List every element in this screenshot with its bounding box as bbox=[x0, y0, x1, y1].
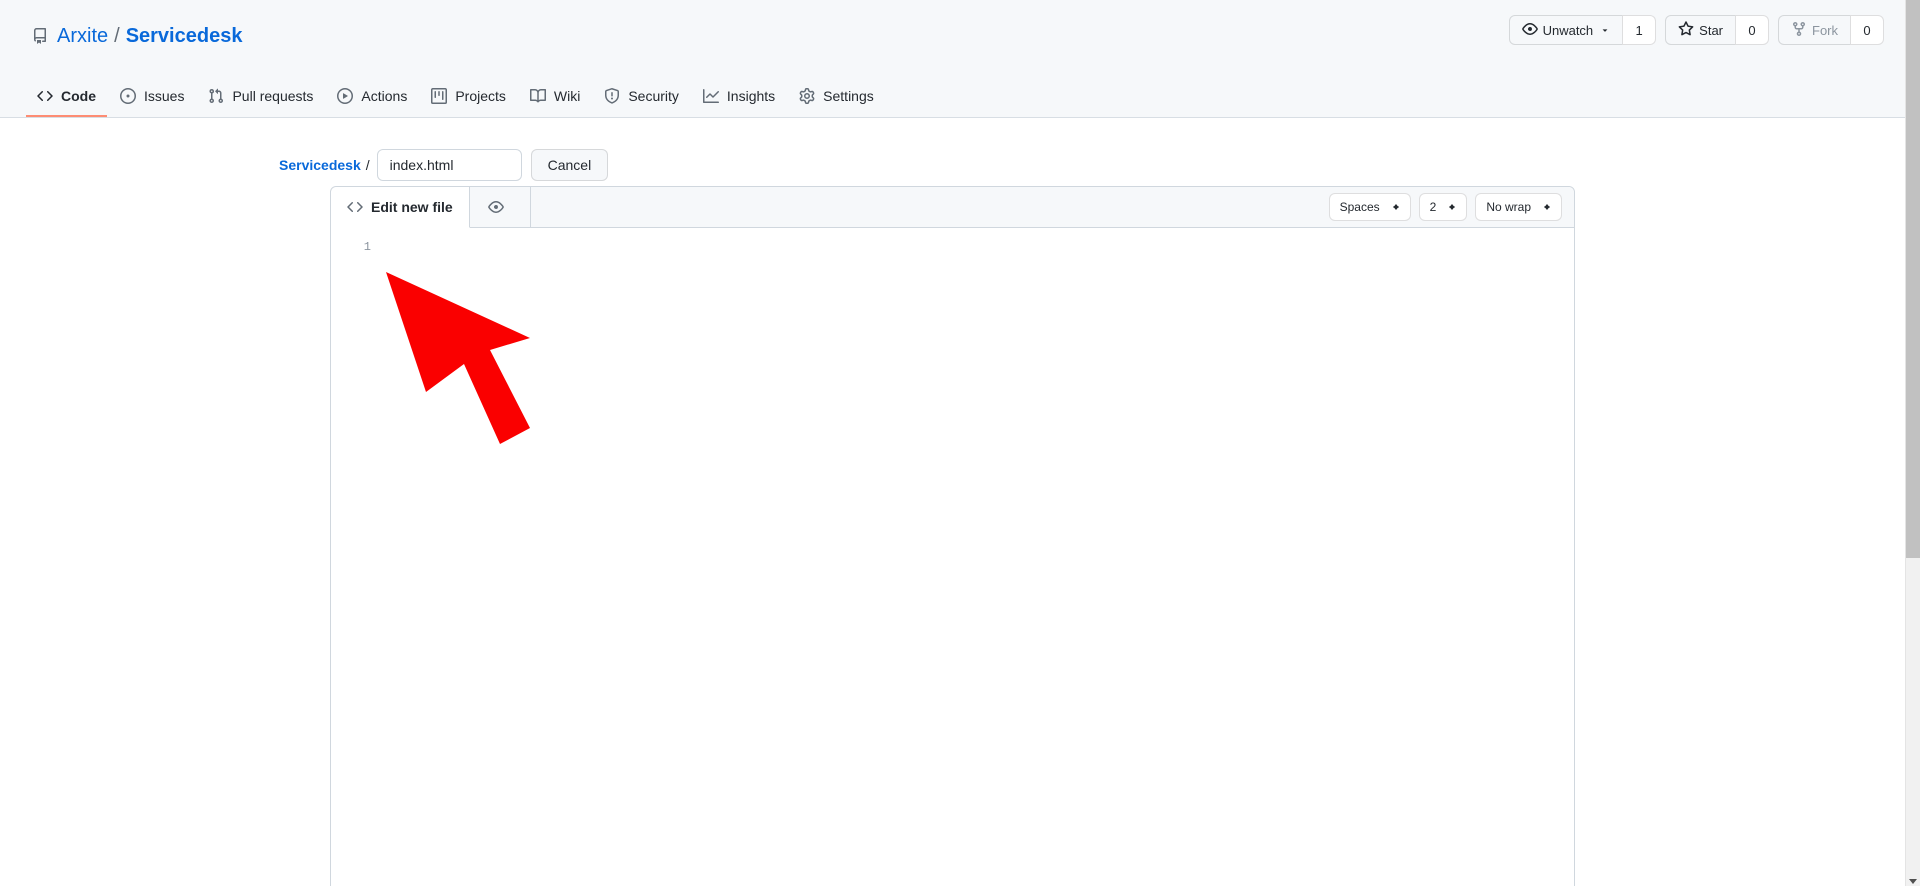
editor-body: 1 bbox=[331, 228, 1574, 886]
tab-edit-new-file[interactable]: Edit new file bbox=[331, 187, 470, 228]
tab-actions-label: Actions bbox=[361, 88, 408, 104]
tab-settings[interactable]: Settings bbox=[788, 78, 885, 117]
tab-issues-label: Issues bbox=[144, 88, 185, 104]
repo-name-link[interactable]: Servicedesk bbox=[126, 26, 243, 46]
tab-issues[interactable]: Issues bbox=[109, 78, 195, 117]
project-icon bbox=[431, 88, 448, 104]
watch-count[interactable]: 1 bbox=[1622, 15, 1657, 45]
filename-input[interactable] bbox=[376, 149, 522, 181]
path-repo-link[interactable]: Servicedesk bbox=[279, 157, 361, 173]
editor-options: Spaces 2 No wrap bbox=[1328, 187, 1574, 227]
fork-count[interactable]: 0 bbox=[1850, 15, 1884, 45]
fork-button[interactable]: Fork bbox=[1778, 15, 1850, 45]
play-icon bbox=[337, 88, 354, 104]
fork-icon bbox=[1791, 21, 1807, 40]
tab-insights-label: Insights bbox=[726, 88, 776, 104]
star-label: Star bbox=[1699, 22, 1723, 38]
unwatch-button[interactable]: Unwatch bbox=[1508, 15, 1623, 45]
tab-pull-requests-label: Pull requests bbox=[232, 88, 314, 104]
indent-mode-value: Spaces bbox=[1339, 200, 1380, 214]
shield-icon bbox=[604, 88, 620, 104]
indent-size-value: 2 bbox=[1429, 200, 1437, 214]
file-path-bar: Servicedesk / Cancel bbox=[0, 118, 1920, 186]
path-separator: / bbox=[365, 157, 370, 173]
gear-icon bbox=[799, 88, 815, 104]
page-scrollbar[interactable] bbox=[1905, 0, 1920, 886]
tab-projects[interactable]: Projects bbox=[420, 78, 517, 117]
tab-settings-label: Settings bbox=[823, 88, 874, 104]
eye-icon bbox=[1521, 21, 1538, 40]
tab-actions[interactable]: Actions bbox=[326, 78, 418, 117]
line-number: 1 bbox=[363, 240, 371, 254]
fork-button-group: Fork 0 bbox=[1778, 15, 1884, 45]
unwatch-label: Unwatch bbox=[1542, 22, 1594, 38]
fork-label: Fork bbox=[1812, 22, 1838, 38]
tab-edit-new-file-label: Edit new file bbox=[371, 199, 453, 215]
code-icon bbox=[347, 199, 363, 215]
tab-pull-requests[interactable]: Pull requests bbox=[197, 78, 324, 117]
eye-icon bbox=[487, 199, 504, 215]
chevron-updown-icon bbox=[1446, 200, 1458, 214]
line-wrap-select[interactable]: No wrap bbox=[1475, 193, 1562, 221]
tab-security[interactable]: Security bbox=[593, 78, 690, 117]
watch-button-group: Unwatch 1 bbox=[1508, 15, 1657, 45]
repo-icon bbox=[32, 28, 48, 44]
tab-code-label: Code bbox=[61, 88, 96, 104]
tab-insights[interactable]: Insights bbox=[692, 78, 786, 117]
repo-actions: Unwatch 1 Star 0 Fork 0 bbox=[1508, 15, 1884, 45]
code-icon bbox=[37, 88, 53, 104]
tab-wiki-label: Wiki bbox=[553, 88, 581, 104]
indent-mode-select[interactable]: Spaces bbox=[1328, 193, 1411, 221]
breadcrumb-separator: / bbox=[114, 25, 120, 47]
git-pull-request-icon bbox=[208, 88, 224, 104]
star-count[interactable]: 0 bbox=[1735, 15, 1769, 45]
repo-owner-link[interactable]: Arxite bbox=[57, 26, 108, 46]
tab-preview[interactable] bbox=[470, 187, 531, 227]
file-editor: Edit new file Spaces 2 No wrap 1 bbox=[330, 186, 1575, 886]
chevron-updown-icon bbox=[1390, 200, 1402, 214]
graph-icon bbox=[702, 88, 719, 104]
chevron-down-icon bbox=[1600, 23, 1610, 38]
chevron-updown-icon bbox=[1541, 200, 1553, 214]
tab-code[interactable]: Code bbox=[26, 78, 107, 117]
editor-toolbar: Edit new file Spaces 2 No wrap bbox=[331, 187, 1574, 228]
book-icon bbox=[529, 88, 546, 104]
issue-opened-icon bbox=[120, 88, 136, 104]
line-wrap-value: No wrap bbox=[1486, 200, 1531, 214]
indent-size-select[interactable]: 2 bbox=[1418, 193, 1468, 221]
star-button[interactable]: Star bbox=[1665, 15, 1735, 45]
main-content: Servicedesk / Cancel Edit new file bbox=[0, 118, 1920, 886]
cancel-button[interactable]: Cancel bbox=[530, 149, 609, 181]
code-input-area[interactable] bbox=[371, 228, 1574, 886]
star-icon bbox=[1678, 20, 1694, 40]
scroll-down-arrow-icon[interactable] bbox=[1909, 879, 1917, 884]
line-number-gutter: 1 bbox=[331, 228, 371, 886]
scrollbar-thumb[interactable] bbox=[1906, 0, 1920, 558]
repo-nav: Code Issues Pull requests Actions Projec… bbox=[0, 78, 885, 117]
star-button-group: Star 0 bbox=[1665, 15, 1769, 45]
tab-projects-label: Projects bbox=[455, 88, 506, 104]
tab-wiki[interactable]: Wiki bbox=[519, 78, 591, 117]
tab-security-label: Security bbox=[628, 88, 679, 104]
repo-header: Arxite / Servicedesk Unwatch 1 Star 0 Fo… bbox=[0, 0, 1920, 118]
